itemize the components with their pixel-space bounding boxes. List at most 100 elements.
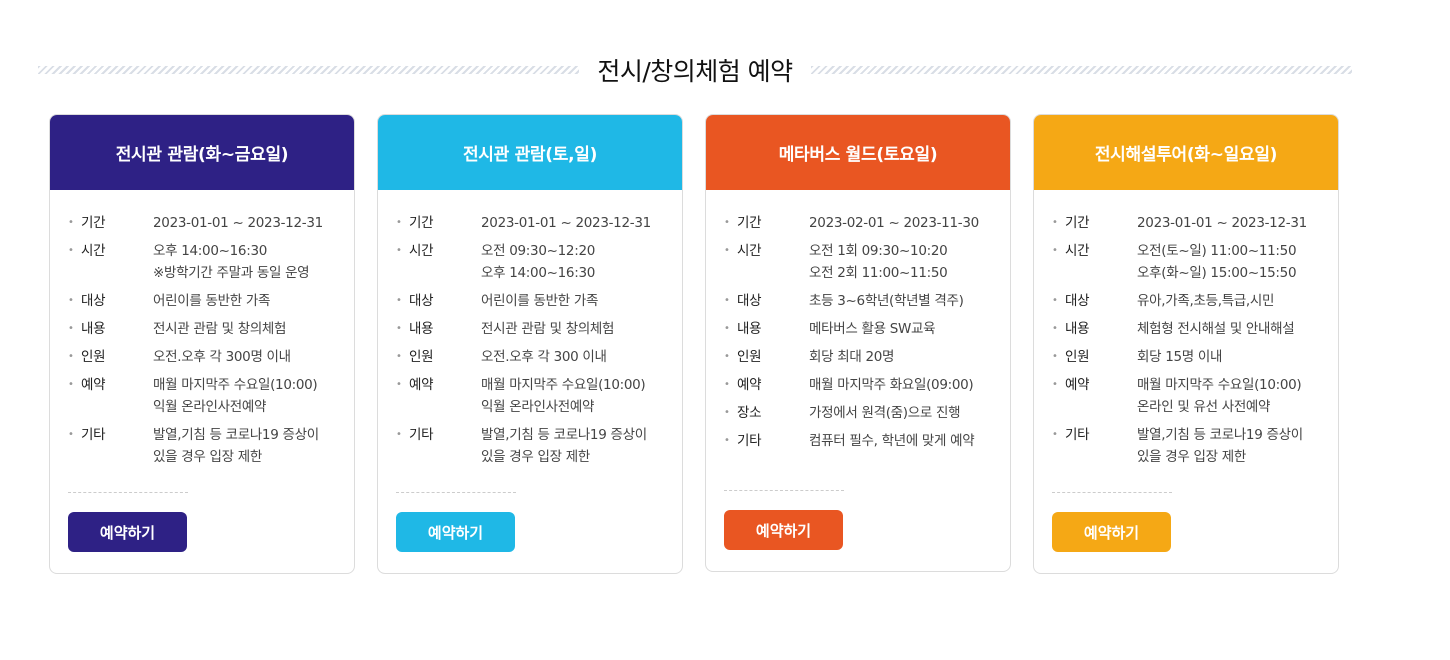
info-value: 오후 14:00~16:30 ※방학기간 주말과 동일 운영 [153, 240, 336, 284]
info-row: • 시간 오전 09:30~12:20 오후 14:00~16:30 [396, 240, 664, 284]
info-value-line: 체험형 전시해설 및 안내해설 [1137, 321, 1295, 337]
info-row: • 대상 어린이를 동반한 가족 [68, 290, 336, 312]
info-row: • 기간 2023-01-01 ~ 2023-12-31 [396, 212, 664, 234]
info-value: 매월 마지막주 화요일(09:00) [809, 374, 992, 396]
info-value: 초등 3~6학년(학년별 격주) [809, 290, 992, 312]
bullet-icon: • [396, 217, 402, 228]
info-value: 매월 마지막주 수요일(10:00) 익월 온라인사전예약 [153, 374, 336, 418]
info-value: 유아,가족,초등,특급,시민 [1137, 290, 1320, 312]
info-value-line: 2023-01-01 ~ 2023-12-31 [153, 215, 323, 231]
info-value-line: 컴퓨터 필수, 학년에 맞게 예약 [809, 433, 975, 449]
info-row: • 내용 전시관 관람 및 창의체험 [396, 318, 664, 340]
info-value-line: 매월 마지막주 수요일(10:00) [1137, 377, 1302, 393]
card-info-list: • 기간 2023-01-01 ~ 2023-12-31 • 시간 오후 14:00~16… [50, 190, 354, 468]
info-label: 시간 [81, 243, 106, 259]
info-value-line: 오전.오후 각 300 이내 [481, 349, 607, 365]
info-row: • 예약 매월 마지막주 화요일(09:00) [724, 374, 992, 396]
info-value-line: 익월 온라인사전예약 [481, 399, 595, 415]
info-value-line: 2023-01-01 ~ 2023-12-31 [1137, 215, 1307, 231]
info-value: 메타버스 활용 SW교육 [809, 318, 992, 340]
card-title: 전시해설투어(화~일요일) [1034, 115, 1338, 190]
info-label: 내용 [737, 321, 762, 337]
info-value-line: 오전 2회 11:00~11:50 [809, 265, 948, 281]
info-value: 오전.오후 각 300명 이내 [153, 346, 336, 368]
info-value: 회당 최대 20명 [809, 346, 992, 368]
info-label: 기타 [409, 427, 434, 443]
bullet-icon: • [68, 351, 74, 362]
header-hatch-right [810, 66, 1352, 74]
info-row: • 기간 2023-02-01 ~ 2023-11-30 [724, 212, 992, 234]
info-value-line: 어린이를 동반한 가족 [153, 293, 271, 309]
card-weekday-exhibit: 전시관 관람(화~금요일) • 기간 2023-01-01 ~ 2023-12-31 •… [49, 114, 355, 574]
info-label: 인원 [81, 349, 106, 365]
info-value: 컴퓨터 필수, 학년에 맞게 예약 [809, 430, 992, 452]
reserve-button[interactable]: 예약하기 [724, 510, 843, 550]
info-value: 전시관 관람 및 창의체험 [153, 318, 336, 340]
info-label: 기간 [1065, 215, 1090, 231]
bullet-icon: • [724, 407, 730, 418]
info-value: 2023-01-01 ~ 2023-12-31 [153, 212, 336, 234]
bullet-icon: • [724, 245, 730, 256]
bullet-icon: • [68, 429, 74, 440]
info-value-line: 온라인 및 유선 사전예약 [1137, 399, 1271, 415]
info-value-line: 발열,기침 등 코로나19 증상이 [1137, 427, 1303, 443]
info-value: 회당 15명 이내 [1137, 346, 1320, 368]
info-value-line: 오후(화~일) 15:00~15:50 [1137, 265, 1297, 281]
info-row: • 내용 체험형 전시해설 및 안내해설 [1052, 318, 1320, 340]
reserve-button[interactable]: 예약하기 [68, 512, 187, 552]
info-value-line: 2023-02-01 ~ 2023-11-30 [809, 215, 979, 231]
info-row: • 예약 매월 마지막주 수요일(10:00) 익월 온라인사전예약 [396, 374, 664, 418]
info-label: 예약 [81, 377, 106, 393]
info-row: • 대상 초등 3~6학년(학년별 격주) [724, 290, 992, 312]
info-value: 체험형 전시해설 및 안내해설 [1137, 318, 1320, 340]
info-value-line: 가정에서 원격(줌)으로 진행 [809, 405, 961, 421]
info-value: 2023-01-01 ~ 2023-12-31 [481, 212, 664, 234]
info-label: 내용 [1065, 321, 1090, 337]
info-label: 대상 [737, 293, 762, 309]
bullet-icon: • [724, 217, 730, 228]
info-value-line: 발열,기침 등 코로나19 증상이 [481, 427, 647, 443]
card-divider [68, 492, 188, 493]
info-value-line: 전시관 관람 및 창의체험 [153, 321, 287, 337]
info-value-line: 매월 마지막주 화요일(09:00) [809, 377, 974, 393]
info-row: • 기타 발열,기침 등 코로나19 증상이 있을 경우 입장 제한 [396, 424, 664, 468]
info-value-line: 오후 14:00~16:30 [153, 243, 268, 259]
info-value-line: 오전 09:30~12:20 [481, 243, 596, 259]
info-row: • 장소 가정에서 원격(줌)으로 진행 [724, 402, 992, 424]
info-value: 가정에서 원격(줌)으로 진행 [809, 402, 992, 424]
info-row: • 대상 유아,가족,초등,특급,시민 [1052, 290, 1320, 312]
reserve-button[interactable]: 예약하기 [396, 512, 515, 552]
info-row: • 대상 어린이를 동반한 가족 [396, 290, 664, 312]
bullet-icon: • [396, 245, 402, 256]
info-value-line: 유아,가족,초등,특급,시민 [1137, 293, 1275, 309]
info-value: 오전.오후 각 300 이내 [481, 346, 664, 368]
info-value-line: 메타버스 활용 SW교육 [809, 321, 936, 337]
info-row: • 예약 매월 마지막주 수요일(10:00) 익월 온라인사전예약 [68, 374, 336, 418]
bullet-icon: • [68, 379, 74, 390]
info-value: 오전 1회 09:30~10:20 오전 2회 11:00~11:50 [809, 240, 992, 284]
info-value-line: 발열,기침 등 코로나19 증상이 [153, 427, 319, 443]
bullet-icon: • [396, 351, 402, 362]
info-value-line: 매월 마지막주 수요일(10:00) [481, 377, 646, 393]
card-info-list: • 기간 2023-01-01 ~ 2023-12-31 • 시간 오전 09:30~12… [378, 190, 682, 468]
info-value-line: 매월 마지막주 수요일(10:00) [153, 377, 318, 393]
info-row: • 인원 회당 최대 20명 [724, 346, 992, 368]
info-value-line: 있을 경우 입장 제한 [481, 449, 590, 465]
info-value-line: 있을 경우 입장 제한 [153, 449, 262, 465]
info-value-line: 전시관 관람 및 창의체험 [481, 321, 615, 337]
info-label: 기간 [737, 215, 762, 231]
info-value-line: 있을 경우 입장 제한 [1137, 449, 1246, 465]
reserve-button[interactable]: 예약하기 [1052, 512, 1171, 552]
info-label: 인원 [1065, 349, 1090, 365]
info-value: 2023-01-01 ~ 2023-12-31 [1137, 212, 1320, 234]
bullet-icon: • [396, 295, 402, 306]
info-label: 시간 [1065, 243, 1090, 259]
info-value: 매월 마지막주 수요일(10:00) 온라인 및 유선 사전예약 [1137, 374, 1320, 418]
info-row: • 인원 회당 15명 이내 [1052, 346, 1320, 368]
info-value-line: 오전.오후 각 300명 이내 [153, 349, 291, 365]
info-value-line: 회당 15명 이내 [1137, 349, 1223, 365]
info-label: 내용 [409, 321, 434, 337]
bullet-icon: • [68, 245, 74, 256]
info-label: 예약 [409, 377, 434, 393]
info-value: 오전(토~일) 11:00~11:50 오후(화~일) 15:00~15:50 [1137, 240, 1320, 284]
